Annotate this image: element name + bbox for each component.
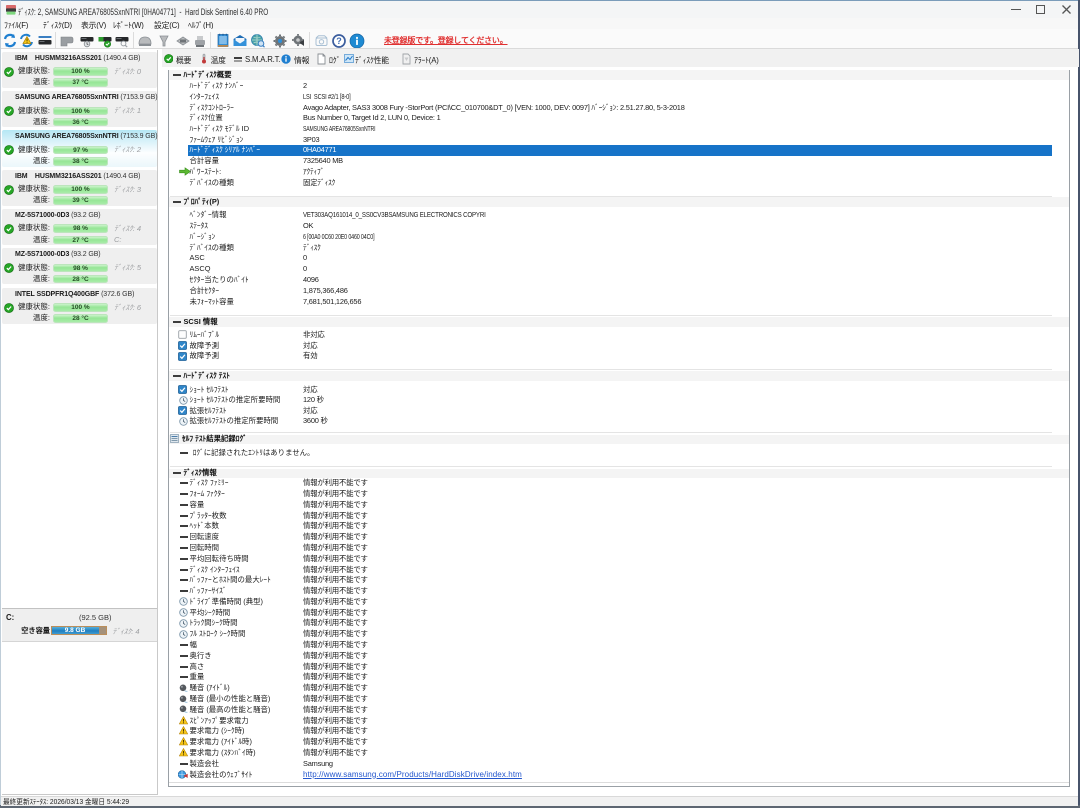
svg-text:?: ? [336, 36, 342, 46]
